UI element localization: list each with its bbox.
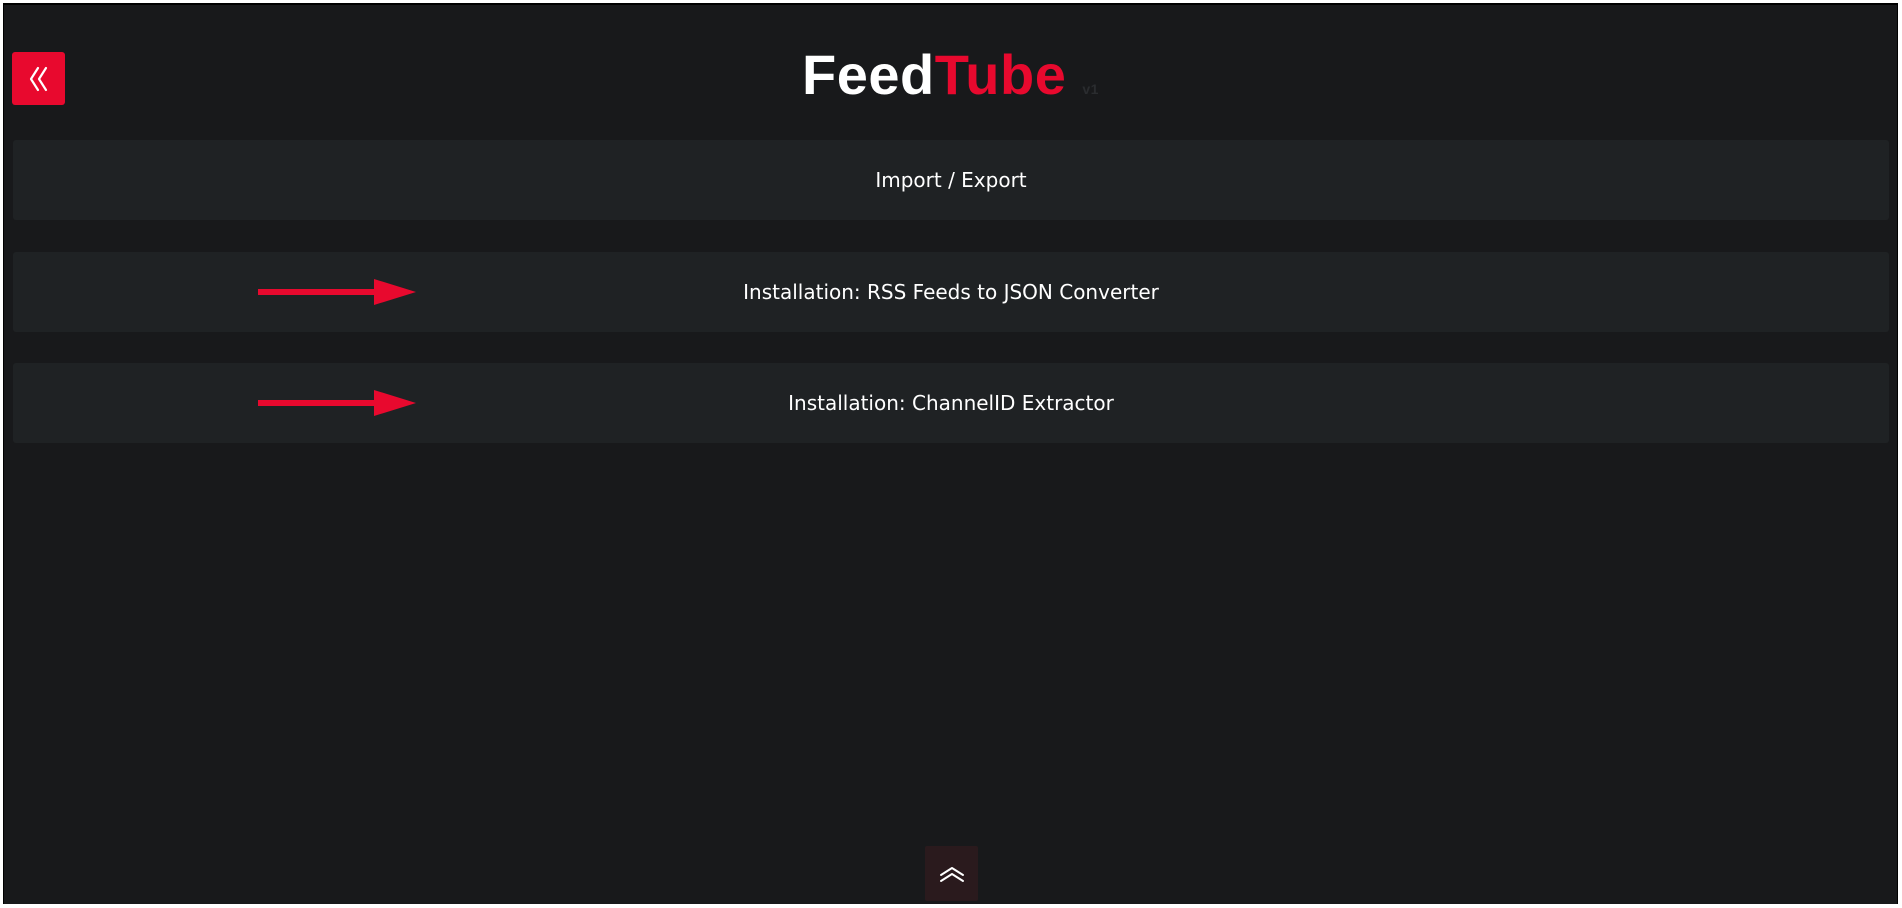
app-window: FeedTube v1 Import / Export Installation:…	[3, 3, 1898, 904]
panel-label: Installation: ChannelID Extractor	[788, 391, 1114, 415]
rss-converter-install-panel[interactable]: Installation: RSS Feeds to JSON Converte…	[13, 252, 1889, 332]
import-export-panel[interactable]: Import / Export	[13, 140, 1889, 220]
arrow-right-icon	[258, 390, 416, 416]
app-logo: FeedTube v1	[4, 40, 1897, 124]
arrow-right-icon	[258, 279, 416, 305]
scroll-to-top-button[interactable]	[925, 846, 978, 901]
double-chevron-up-icon	[939, 866, 964, 882]
logo-suffix: v1	[1082, 81, 1099, 97]
logo-tube: Tube	[934, 43, 1067, 106]
logo-feed: Feed	[802, 43, 935, 106]
channelid-extractor-install-panel[interactable]: Installation: ChannelID Extractor	[13, 363, 1889, 443]
panel-label: Import / Export	[875, 168, 1027, 192]
panel-label: Installation: RSS Feeds to JSON Converte…	[743, 280, 1159, 304]
